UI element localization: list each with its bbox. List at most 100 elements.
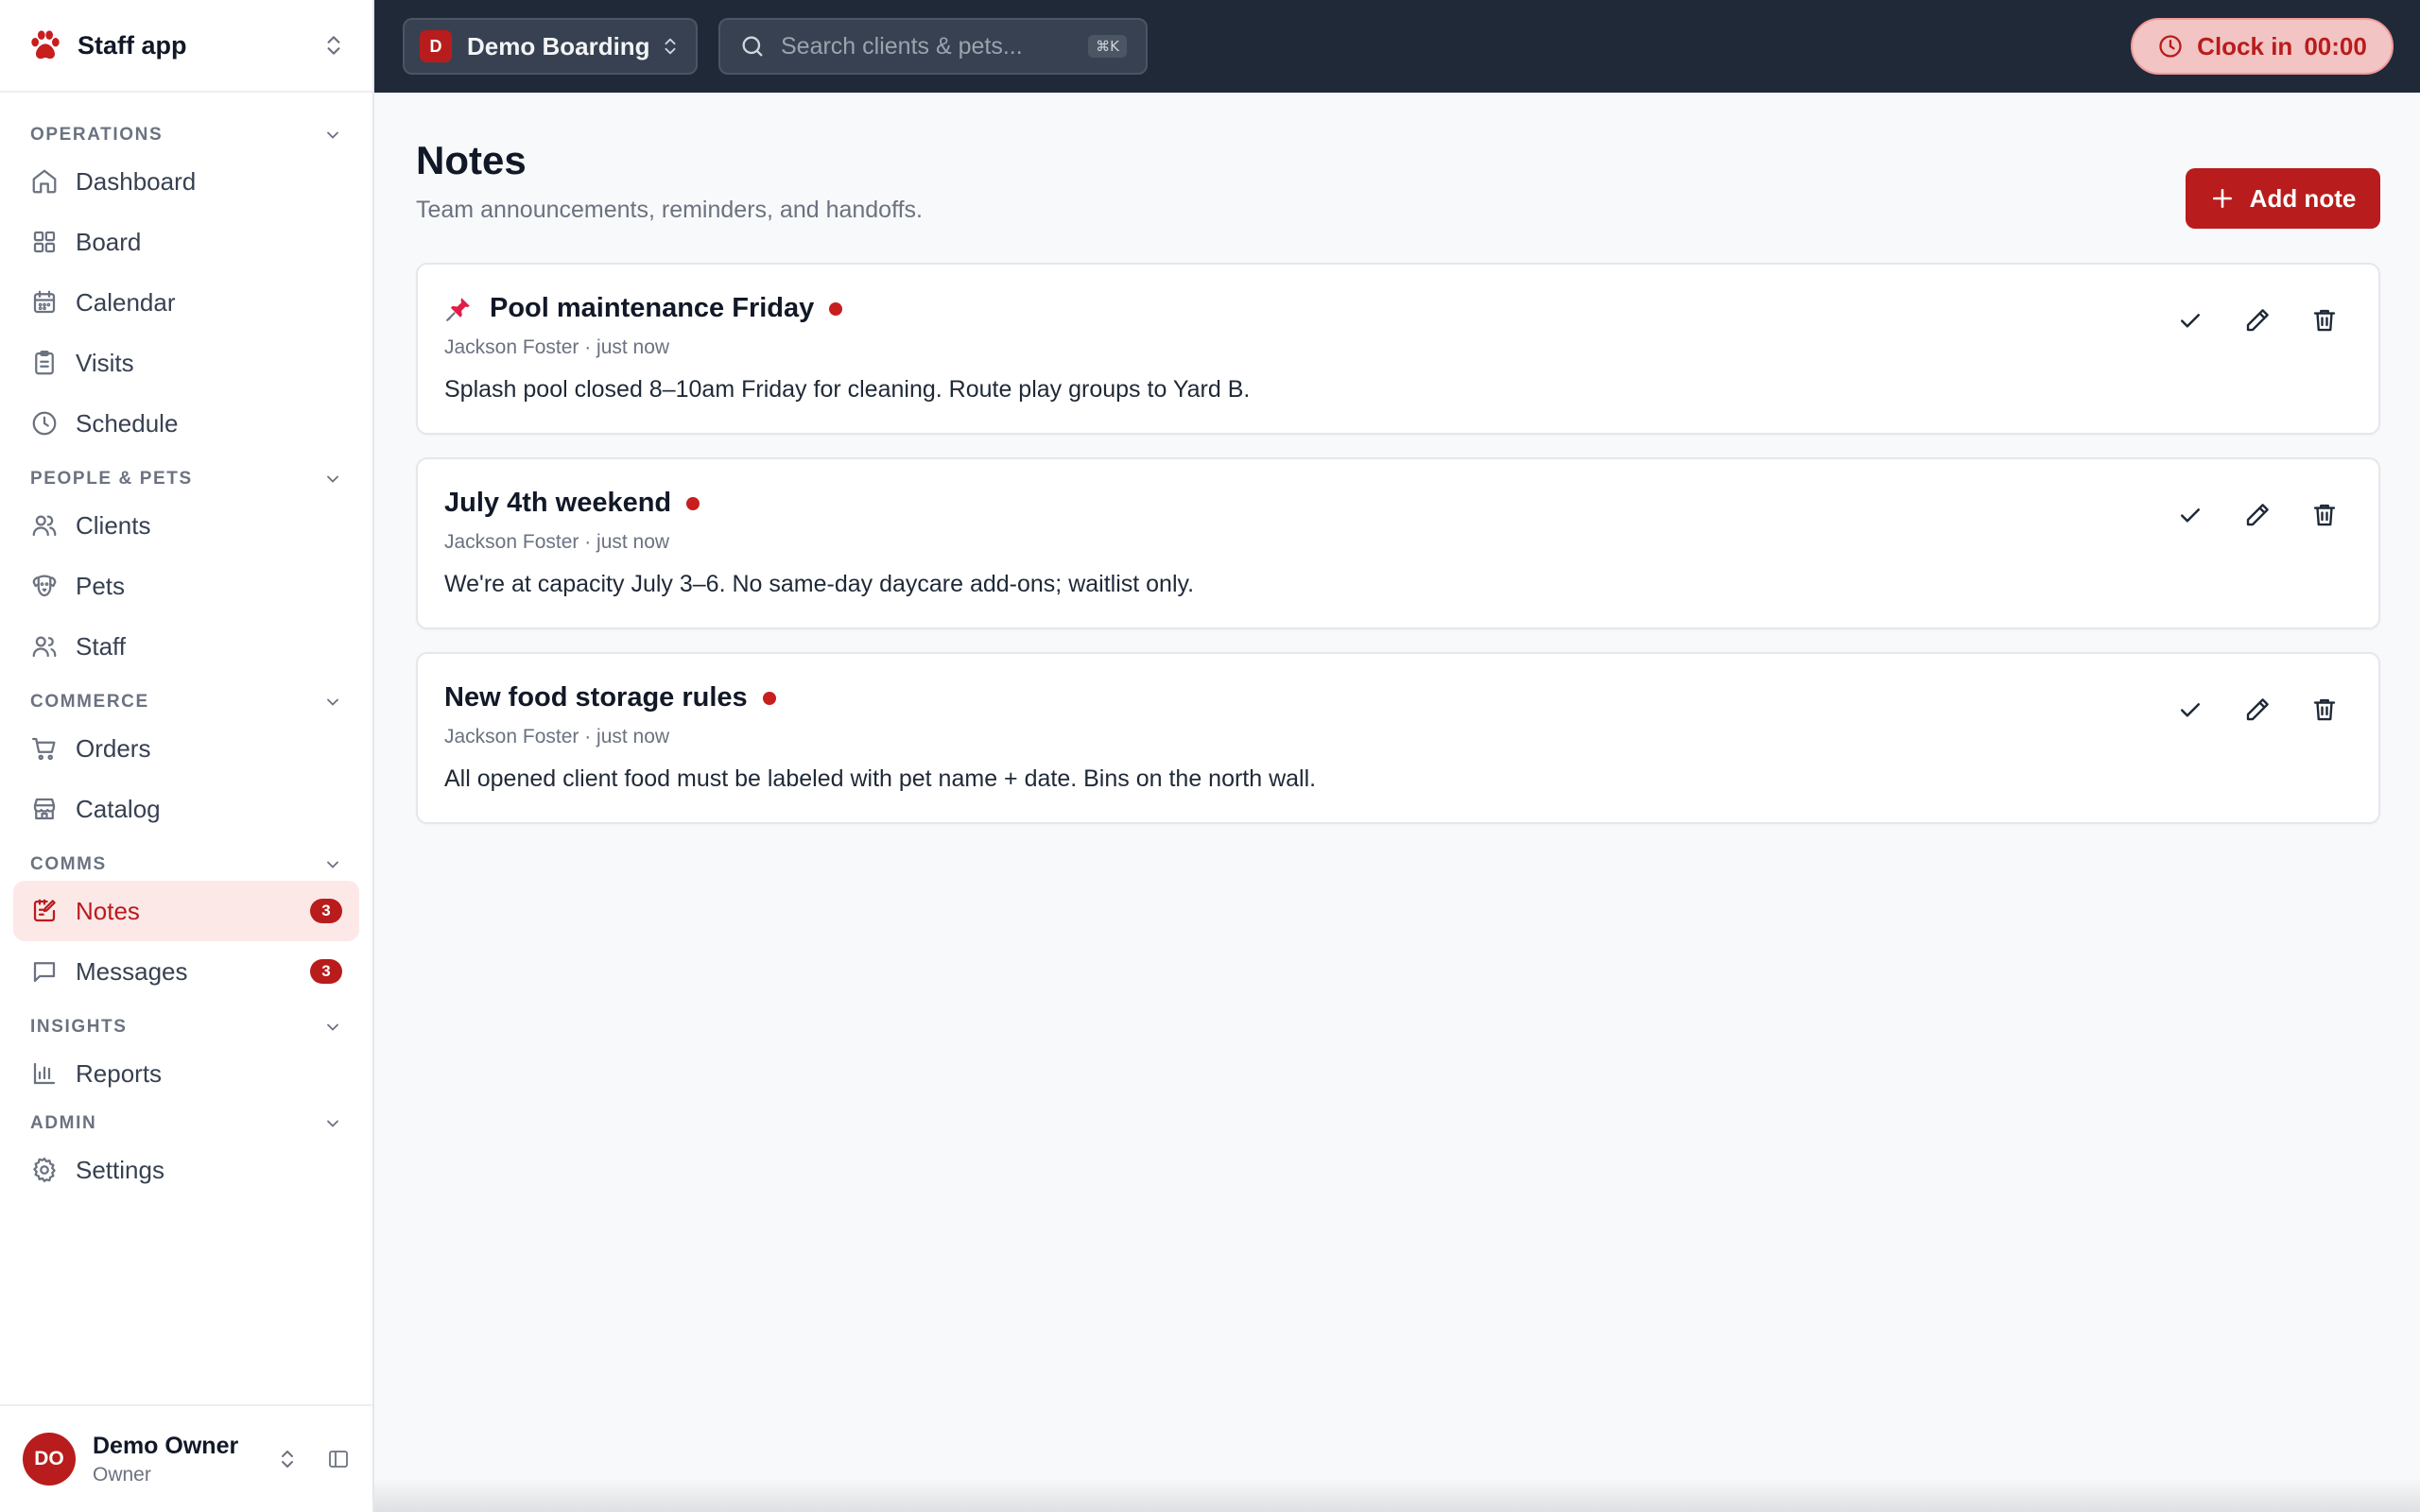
section-title: OPERATIONS	[30, 125, 164, 145]
sidebar-item-label: Reports	[76, 1058, 163, 1088]
app-name: Staff app	[78, 30, 187, 60]
chevrons-updown-icon	[282, 1451, 293, 1468]
brand-switcher[interactable]: Staff app	[0, 0, 372, 93]
note-actions	[2137, 306, 2339, 335]
main-content: Notes Team announcements, reminders, and…	[374, 93, 2420, 1512]
note-title: July 4th weekend	[444, 488, 672, 518]
check-icon	[2181, 314, 2200, 328]
search-box[interactable]: ⌘K	[718, 18, 1148, 75]
clock-in-button[interactable]: Clock in 00:00	[2131, 18, 2394, 75]
unread-dot	[762, 691, 776, 705]
mark-read-button[interactable]	[2176, 306, 2204, 335]
clock-icon	[32, 411, 57, 436]
unread-dot	[686, 496, 700, 510]
section-comms-header[interactable]: COMMS	[0, 849, 372, 881]
sidebar-item-staff[interactable]: Staff	[13, 616, 359, 677]
sidebar-item-visits[interactable]: Visits	[13, 333, 359, 393]
sidebar-item-label: Clients	[76, 510, 151, 540]
chevrons-updown-icon	[665, 38, 676, 55]
section-insights-header[interactable]: INSIGHTS	[0, 1011, 372, 1043]
mark-read-button[interactable]	[2176, 696, 2204, 724]
bar-chart-icon	[33, 1062, 56, 1085]
shortcut-hint: ⌘K	[1088, 35, 1127, 58]
sidebar-item-calendar[interactable]: Calendar	[13, 272, 359, 333]
message-icon	[33, 962, 56, 983]
sidebar-item-schedule[interactable]: Schedule	[13, 393, 359, 454]
sidebar-item-pets[interactable]: Pets	[13, 556, 359, 616]
sidebar-item-catalog[interactable]: Catalog	[13, 779, 359, 839]
search-input[interactable]	[779, 31, 1089, 61]
note-body: All opened client food must be labeled w…	[444, 765, 1317, 792]
plus-icon	[2212, 189, 2232, 208]
note-body: Splash pool closed 8–10am Friday for cle…	[444, 376, 1251, 403]
avatar: DO	[23, 1433, 76, 1486]
section-operations-header[interactable]: OPERATIONS	[0, 119, 372, 151]
section-people-header[interactable]: PEOPLE & PETS	[0, 463, 372, 495]
note-meta: Jackson Foster · just now	[444, 726, 670, 747]
edit-note-button[interactable]	[2243, 306, 2272, 335]
pencil-icon	[2246, 504, 2269, 526]
unread-count-badge: 3	[310, 899, 342, 923]
edit-note-button[interactable]	[2243, 501, 2272, 529]
sidebar: Staff app OPERATIONS Dashboard Board Cal…	[0, 0, 374, 1512]
note-edit-icon	[33, 899, 56, 922]
note-header: New food storage rules	[444, 682, 776, 713]
sidebar-item-orders[interactable]: Orders	[13, 718, 359, 779]
pencil-icon	[2246, 698, 2269, 721]
grid-icon	[33, 231, 56, 253]
sidebar-item-label: Notes	[76, 896, 140, 925]
paw-icon	[31, 30, 60, 60]
chevron-down-icon	[327, 1023, 338, 1031]
chevrons-updown-icon	[327, 36, 340, 55]
note-title: New food storage rules	[444, 682, 748, 713]
clipboard-icon	[35, 351, 54, 375]
add-note-label: Add note	[2249, 183, 2357, 213]
trash-icon	[2313, 698, 2336, 721]
search-icon	[742, 36, 763, 57]
sidebar-toggle-icon[interactable]	[327, 1448, 350, 1470]
org-switcher[interactable]: D Demo Boarding	[403, 18, 698, 75]
sidebar-item-label: Messages	[76, 956, 188, 986]
sidebar-item-label: Staff	[76, 631, 127, 661]
trash-icon	[2313, 309, 2336, 332]
sidebar-item-reports[interactable]: Reports	[13, 1043, 359, 1104]
delete-note-button[interactable]	[2310, 501, 2339, 529]
section-admin-header[interactable]: ADMIN	[0, 1108, 372, 1140]
home-icon	[32, 169, 57, 194]
sidebar-item-notes[interactable]: Notes 3	[13, 881, 359, 941]
sidebar-item-label: Visits	[76, 348, 134, 377]
delete-note-button[interactable]	[2310, 306, 2339, 335]
sidebar-item-settings[interactable]: Settings	[13, 1140, 359, 1200]
user-menu[interactable]: DO Demo Owner Owner	[0, 1404, 372, 1512]
sidebar-item-label: Calendar	[76, 287, 176, 317]
sidebar-item-label: Dashboard	[76, 166, 197, 196]
clock-in-label: Clock in	[2197, 31, 2293, 60]
user-info: Demo Owner Owner	[93, 1433, 263, 1486]
note-card[interactable]: Pool maintenance Friday Jackson Foster ·…	[416, 263, 2380, 435]
section-title: COMMS	[30, 854, 107, 874]
note-header: Pool maintenance Friday	[444, 293, 843, 324]
page-title: Notes	[416, 138, 527, 182]
sidebar-item-messages[interactable]: Messages 3	[13, 941, 359, 1002]
delete-note-button[interactable]	[2310, 696, 2339, 724]
note-card[interactable]: New food storage rules Jackson Foster · …	[416, 652, 2380, 824]
sidebar-item-clients[interactable]: Clients	[13, 495, 359, 556]
note-meta: Jackson Foster · just now	[444, 336, 670, 358]
note-card[interactable]: July 4th weekend Jackson Foster · just n…	[416, 457, 2380, 629]
user-name: Demo Owner	[93, 1432, 239, 1459]
sidebar-item-board[interactable]: Board	[13, 212, 359, 272]
mark-read-button[interactable]	[2176, 501, 2204, 529]
section-title: ADMIN	[30, 1113, 97, 1133]
edit-note-button[interactable]	[2243, 696, 2272, 724]
sidebar-item-dashboard[interactable]: Dashboard	[13, 151, 359, 212]
page-subtitle: Team announcements, reminders, and hando…	[416, 197, 923, 223]
section-title: INSIGHTS	[30, 1017, 128, 1037]
add-note-button[interactable]: Add note	[2186, 168, 2380, 229]
cart-icon	[32, 737, 56, 761]
sidebar-item-label: Pets	[76, 571, 126, 600]
chevron-down-icon	[327, 475, 338, 483]
user-group-icon	[32, 636, 57, 658]
section-title: PEOPLE & PETS	[30, 469, 193, 489]
section-commerce-header[interactable]: COMMERCE	[0, 686, 372, 718]
unread-count-badge: 3	[310, 959, 342, 984]
